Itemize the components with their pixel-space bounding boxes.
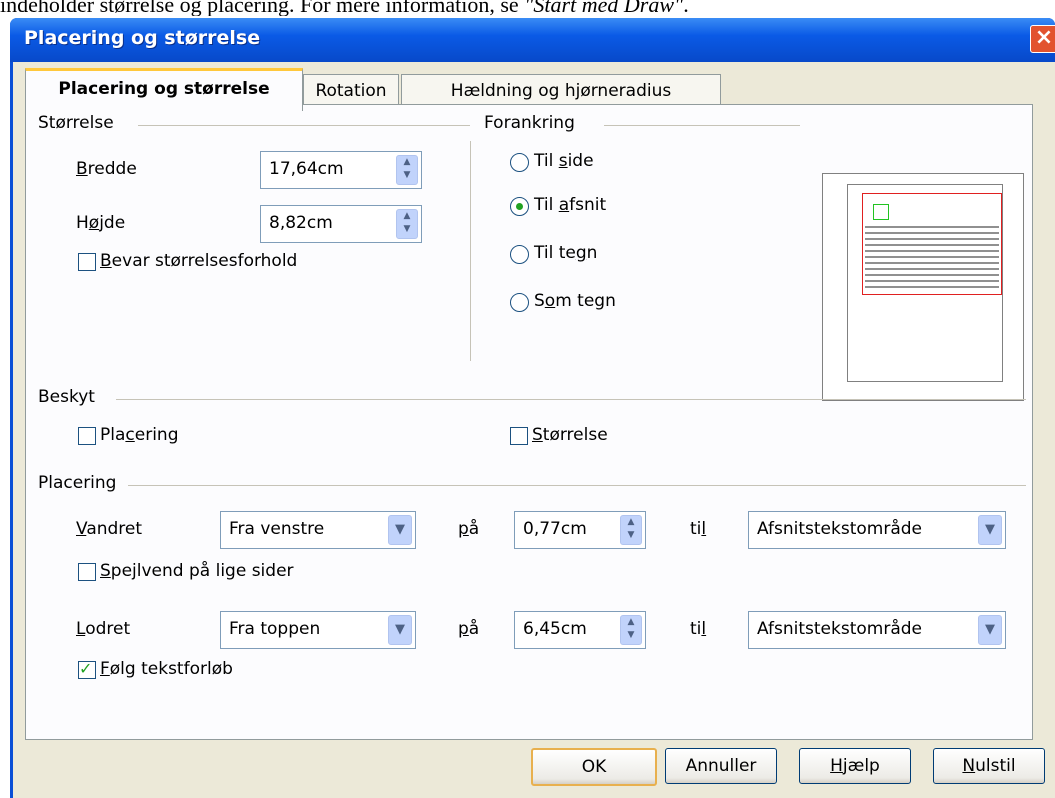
horizontal-to-label: til xyxy=(690,519,707,539)
height-value: 8,82cm xyxy=(269,213,333,233)
preview-anchor-marker xyxy=(873,204,889,220)
dialog-title: Placering og størrelse xyxy=(24,27,261,49)
horizontal-label: Vandret xyxy=(76,519,143,539)
help-button[interactable]: Hjælp xyxy=(799,748,911,784)
chevron-down-icon[interactable]: ▼ xyxy=(978,615,1002,645)
chevron-down-icon[interactable]: ▼ xyxy=(388,515,412,545)
dialog-window: Placering og størrelse × Placering og st… xyxy=(10,18,1055,798)
protect-size-label: Størrelse xyxy=(532,425,608,445)
size-divider xyxy=(138,125,470,126)
tab-rotation[interactable]: Rotation xyxy=(303,74,399,107)
close-icon[interactable]: × xyxy=(1030,25,1055,53)
keep-ratio-label: Bevar størrelsesforhold xyxy=(100,251,298,271)
tab-haeldning[interactable]: Hældning og hjørneradius xyxy=(401,74,721,107)
protect-position-label: Placering xyxy=(100,425,179,445)
anchor-as-char-radio[interactable] xyxy=(510,293,529,312)
horizontal-spin-arrows-icon[interactable]: ▲ ▼ xyxy=(620,515,642,545)
protect-position-checkbox[interactable] xyxy=(78,427,96,445)
anchor-page-label: Til side xyxy=(534,151,594,171)
horizontal-by-value: 0,77cm xyxy=(523,519,587,539)
preview-text-lines xyxy=(865,226,999,290)
vertical-select[interactable]: Fra toppen ▼ xyxy=(220,611,416,649)
protect-size-checkbox[interactable] xyxy=(510,427,528,445)
protect-divider xyxy=(116,399,1026,400)
vertical-by-value: 6,45cm xyxy=(523,619,587,639)
height-spinbox[interactable]: 8,82cm ▲ ▼ xyxy=(260,205,422,243)
dialog-client: Placering og størrelse Rotation Hældning… xyxy=(13,62,1055,798)
width-label: Bredde xyxy=(76,159,137,179)
width-spinbox[interactable]: 17,64cm ▲ ▼ xyxy=(260,151,422,189)
vertical-by-label: på xyxy=(458,619,480,639)
vertical-value: Fra toppen xyxy=(229,619,321,639)
width-spin-arrows-icon[interactable]: ▲ ▼ xyxy=(396,155,418,185)
chevron-down-icon[interactable]: ▼ xyxy=(978,515,1002,545)
vertical-label: Lodret xyxy=(76,619,131,639)
title-bar: Placering og størrelse × xyxy=(10,18,1055,62)
anchor-preview xyxy=(822,173,1024,401)
height-label: Højde xyxy=(76,213,126,233)
anchor-page-radio[interactable] xyxy=(510,153,529,172)
horizontal-value: Fra venstre xyxy=(229,519,325,539)
anchor-char-label: Til tegn xyxy=(534,243,598,263)
position-divider xyxy=(128,485,1026,486)
section-separator xyxy=(470,141,471,361)
chevron-down-icon[interactable]: ▼ xyxy=(388,615,412,645)
reset-button[interactable]: Nulstil xyxy=(933,748,1045,784)
tab-placering-og-storrelse[interactable]: Placering og størrelse xyxy=(25,68,303,111)
ok-button[interactable]: OK xyxy=(531,748,657,786)
mirror-checkbox[interactable] xyxy=(78,563,96,581)
anchor-paragraph-label: Til afsnit xyxy=(534,195,607,215)
anchor-as-char-label: Som tegn xyxy=(534,291,616,311)
anchor-paragraph-radio[interactable] xyxy=(510,197,529,216)
document-text-end: . xyxy=(683,0,689,16)
horizontal-by-label: på xyxy=(458,519,480,539)
horizontal-to-value: Afsnitstekstområde xyxy=(757,519,922,539)
document-text-line: indeholder størrelse og placering. For m… xyxy=(0,0,1055,16)
preview-frame xyxy=(862,193,1002,295)
document-text-italic: "Start med Draw" xyxy=(524,0,684,16)
size-heading: Størrelse xyxy=(38,113,114,133)
vertical-to-value: Afsnitstekstområde xyxy=(757,619,922,639)
anchor-char-radio[interactable] xyxy=(510,245,529,264)
position-heading: Placering xyxy=(38,473,117,493)
vertical-to-select[interactable]: Afsnitstekstområde ▼ xyxy=(748,611,1006,649)
width-value: 17,64cm xyxy=(269,159,344,179)
follow-flow-label: Følg tekstforløb xyxy=(100,659,233,679)
protect-heading: Beskyt xyxy=(38,387,95,407)
preview-page xyxy=(847,184,1003,382)
vertical-by-spinbox[interactable]: 6,45cm ▲ ▼ xyxy=(514,611,646,649)
horizontal-select[interactable]: Fra venstre ▼ xyxy=(220,511,416,549)
keep-ratio-checkbox[interactable] xyxy=(78,253,96,271)
cancel-button[interactable]: Annuller xyxy=(665,748,777,784)
horizontal-by-spinbox[interactable]: 0,77cm ▲ ▼ xyxy=(514,511,646,549)
anchor-divider xyxy=(604,125,800,126)
vertical-spin-arrows-icon[interactable]: ▲ ▼ xyxy=(620,615,642,645)
height-spin-arrows-icon[interactable]: ▲ ▼ xyxy=(396,209,418,239)
document-text: indeholder størrelse og placering. For m… xyxy=(0,0,525,16)
follow-flow-checkbox[interactable] xyxy=(78,659,96,679)
vertical-to-label: til xyxy=(690,619,707,639)
mirror-label: Spejlvend på lige sider xyxy=(100,561,294,581)
horizontal-to-select[interactable]: Afsnitstekstområde ▼ xyxy=(748,511,1006,549)
anchor-heading: Forankring xyxy=(484,113,575,133)
tab-panel: Størrelse Bredde 17,64cm ▲ ▼ Højde 8,82cm… xyxy=(25,104,1033,740)
